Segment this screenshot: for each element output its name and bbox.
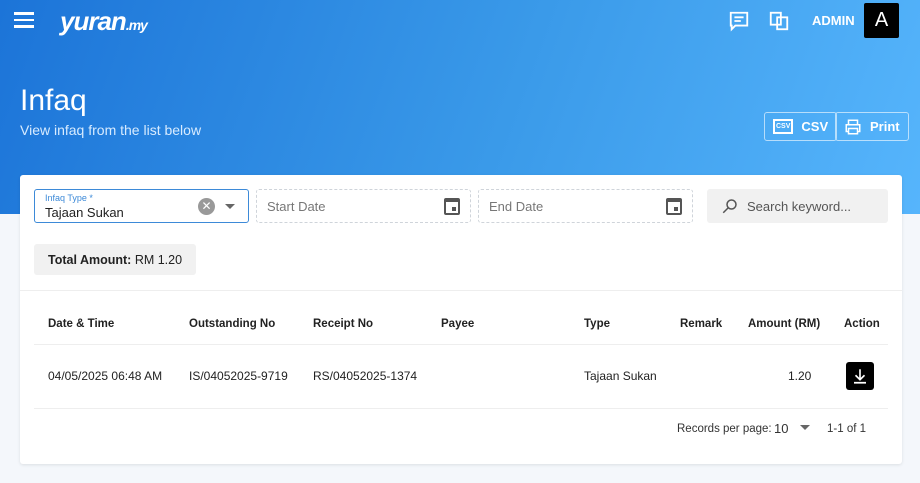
pagination-range: 1-1 of 1 <box>827 423 866 435</box>
logo-text: yuran <box>60 6 127 36</box>
row-divider <box>34 408 888 409</box>
print-button[interactable]: Print <box>835 112 909 141</box>
menu-icon[interactable] <box>14 12 34 28</box>
search-input[interactable]: Search keyword... <box>707 189 888 223</box>
col-outstanding[interactable]: Outstanding No <box>189 318 275 330</box>
chat-icon[interactable] <box>728 10 750 32</box>
row-divider <box>34 344 888 345</box>
download-icon <box>854 369 866 384</box>
total-amount: Total Amount: RM 1.20 <box>34 244 197 275</box>
calendar-icon[interactable] <box>444 198 460 215</box>
cell-type: Tajaan Sukan <box>584 369 657 383</box>
csv-label: CSV <box>801 119 829 134</box>
col-action: Action <box>844 318 880 330</box>
total-value: RM 1.20 <box>134 252 183 267</box>
col-amount[interactable]: Amount (RM) <box>748 318 820 330</box>
end-date-placeholder: End Date <box>489 198 544 214</box>
search-placeholder: Search keyword... <box>747 198 852 214</box>
cell-receipt: RS/04052025-1374 <box>313 369 418 383</box>
chevron-down-icon <box>800 425 811 435</box>
records-per-page-select[interactable]: 10 <box>774 421 811 436</box>
per-page-value: 10 <box>774 421 789 436</box>
infaq-type-value: Tajaan Sukan <box>45 205 124 220</box>
csv-icon: CSV <box>773 119 794 134</box>
page-subtitle: View infaq from the list below <box>20 122 202 138</box>
total-label: Total Amount: <box>48 252 132 267</box>
logo-suffix: .my <box>125 17 148 33</box>
col-type[interactable]: Type <box>584 318 610 330</box>
download-button[interactable] <box>846 362 874 390</box>
page-title: Infaq <box>20 84 87 117</box>
col-remark[interactable]: Remark <box>680 318 722 330</box>
col-date[interactable]: Date & Time <box>48 318 114 330</box>
infaq-type-label: Infaq Type * <box>45 193 93 203</box>
user-name[interactable]: ADMIN <box>812 13 855 28</box>
calendar-icon[interactable] <box>666 198 682 215</box>
translate-icon[interactable] <box>768 10 790 32</box>
chevron-down-icon[interactable] <box>225 204 235 214</box>
cell-date: 04/05/2025 06:48 AM <box>48 369 163 383</box>
divider <box>20 290 902 291</box>
clear-icon[interactable]: ✕ <box>198 198 215 215</box>
avatar[interactable]: A <box>864 3 899 38</box>
infaq-type-select[interactable]: Infaq Type * Tajaan Sukan ✕ <box>34 189 249 223</box>
col-payee[interactable]: Payee <box>441 318 474 330</box>
end-date-input[interactable]: End Date <box>478 189 693 223</box>
search-icon <box>722 199 737 214</box>
cell-amount: 1.20 <box>788 369 812 383</box>
logo[interactable]: yuran.my <box>60 6 148 37</box>
start-date-placeholder: Start Date <box>267 198 326 214</box>
records-per-page-label: Records per page: <box>677 423 772 435</box>
cell-outstanding: IS/04052025-9719 <box>189 369 288 383</box>
start-date-input[interactable]: Start Date <box>256 189 471 223</box>
print-label: Print <box>870 119 900 134</box>
printer-icon <box>845 119 861 134</box>
col-receipt[interactable]: Receipt No <box>313 318 373 330</box>
csv-button[interactable]: CSV CSV <box>764 112 838 141</box>
infaq-card: Infaq Type * Tajaan Sukan ✕ Start Date E… <box>20 175 902 464</box>
